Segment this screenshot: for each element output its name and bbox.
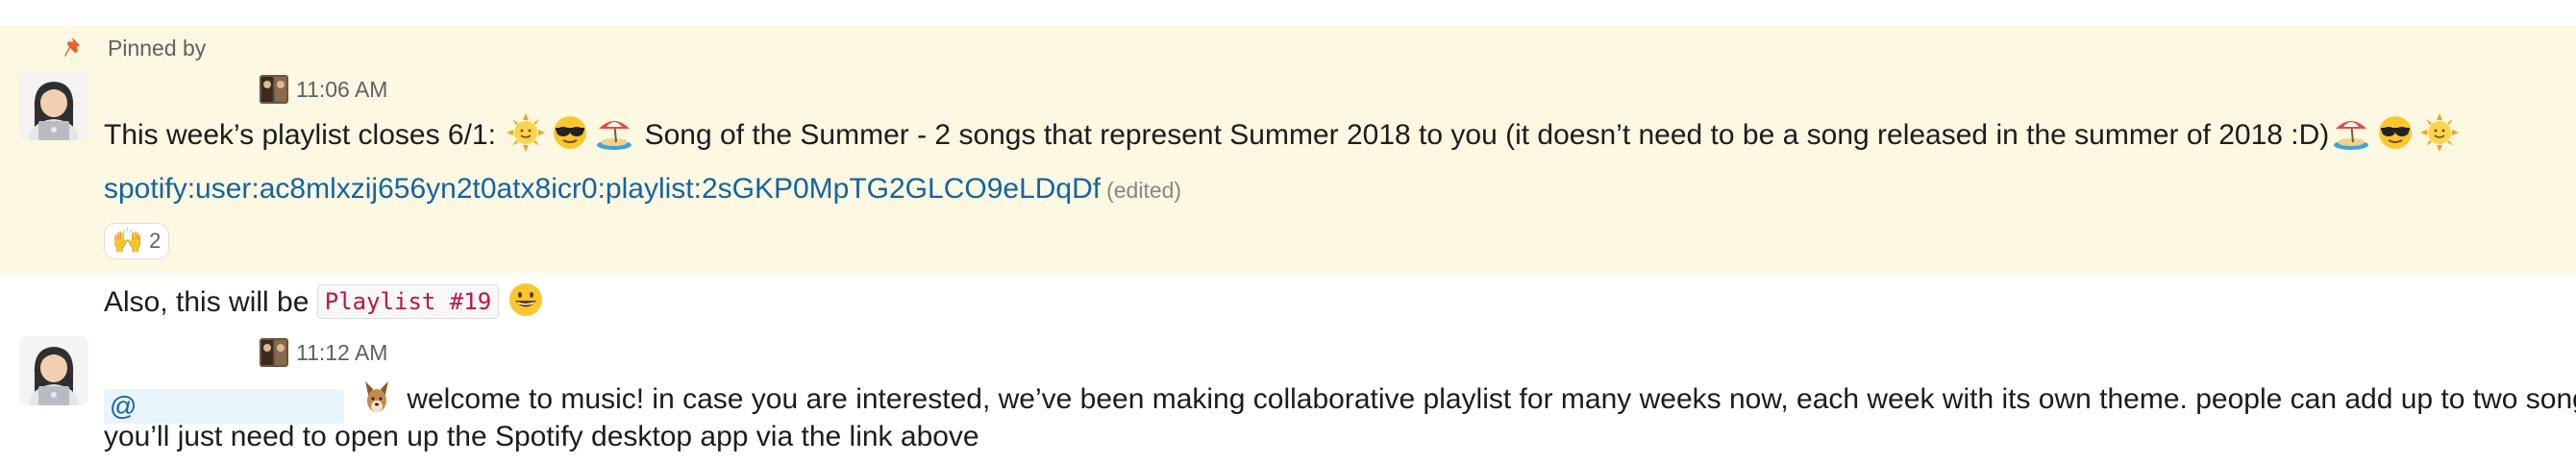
sun-with-face-icon [507,113,546,152]
pinned-by-label: Pinned by [108,35,207,61]
message-pane: Pinned by 11:06 AM This week’s playlist … [0,0,2576,463]
message-text-segment: Also, this will be [104,286,317,318]
message-text-segment: Song of the Summer - 2 songs that repres… [636,119,2330,151]
sender-small-avatar [260,75,288,104]
message-meta: 11:12 AM [104,338,387,367]
grinning-face-icon [507,280,545,319]
sender-name[interactable] [104,77,260,102]
sunglasses-face-icon [551,113,589,152]
sender-name[interactable] [104,340,260,365]
avatar[interactable] [19,71,88,140]
dog-icon [358,378,396,416]
raised-hands-icon: 🙌 [111,227,144,256]
message-text-segment: This week’s playlist closes 6/1: [104,119,505,151]
pin-icon [63,36,87,61]
message-text: you’ll just need to open up the Spotify … [104,419,979,455]
message-timestamp[interactable]: 11:06 AM [296,77,387,103]
avatar[interactable] [19,336,88,405]
sender-small-avatar [260,338,288,367]
reaction-raised-hands[interactable]: 🙌 2 [104,223,169,259]
message-link-line: spotify:user:ac8mlxzij656yn2t0atx8icr0:p… [104,171,1181,208]
message-meta: 11:06 AM [104,75,387,104]
sunglasses-face-icon [2376,113,2415,152]
sun-with-face-icon [2420,113,2460,152]
message-text: Also, this will be Playlist #19 [104,280,548,321]
inline-code: Playlist #19 [316,284,500,319]
message-text-segment: you’ll just need to open up the Spotify … [104,421,979,452]
beach-umbrella-icon [595,113,633,152]
message-text-segment: welcome to music! in case you are intere… [399,383,2576,415]
spotify-playlist-link[interactable]: spotify:user:ac8mlxzij656yn2t0atx8icr0:p… [104,173,1101,205]
message-text: @ welcome to music! in case you are inte… [104,378,2576,424]
pinned-by-row: Pinned by [63,35,206,61]
message-text: This week’s playlist closes 6/1: Song of… [104,113,2462,154]
message-timestamp[interactable]: 11:12 AM [296,340,387,366]
reaction-count: 2 [149,229,161,253]
edited-label: (edited) [1106,178,1182,203]
beach-umbrella-icon [2332,113,2370,152]
